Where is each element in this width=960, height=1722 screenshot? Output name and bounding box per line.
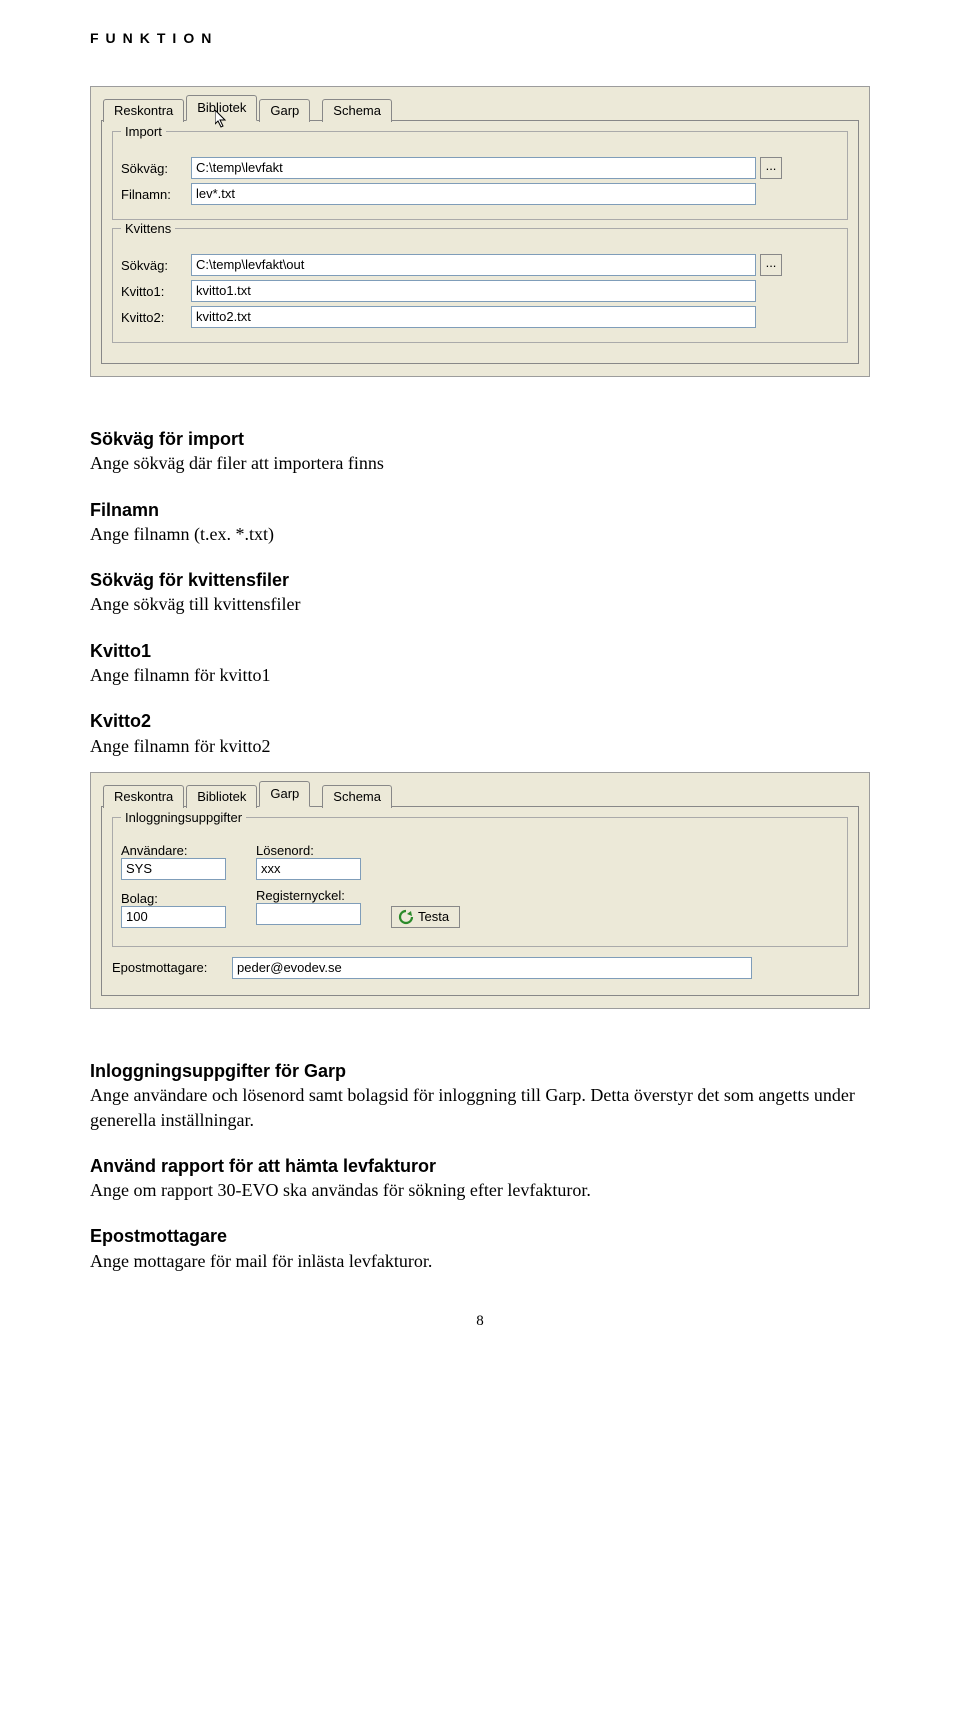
cursor-icon xyxy=(215,110,231,133)
legend-import: Import xyxy=(121,124,166,139)
section-anvand-rapport: Använd rapport för att hämta levfakturor… xyxy=(90,1154,870,1203)
label-kvittens-sokvag: Sökväg: xyxy=(121,258,191,273)
input-kvitto2[interactable]: kvitto2.txt xyxy=(191,306,756,328)
label-import-filnamn: Filnamn: xyxy=(121,187,191,202)
input-registernyckel[interactable] xyxy=(256,903,361,925)
fieldset-kvittens: Kvittens Sökväg: C:\temp\levfakt\out ...… xyxy=(112,228,848,343)
heading-sokvag-kvittens: Sökväg för kvittensfiler xyxy=(90,568,870,592)
section-kvitto1: Kvitto1 Ange filnamn för kvitto1 xyxy=(90,639,870,688)
heading-anvand-rapport: Använd rapport för att hämta levfakturor xyxy=(90,1154,870,1178)
body-inloggning-garp: Ange användare och lösenord samt bolagsi… xyxy=(90,1083,870,1132)
dialog-garp: Reskontra Bibliotek Garp Schema Inloggni… xyxy=(90,772,870,1009)
heading-kvitto1: Kvitto1 xyxy=(90,639,870,663)
browse-button[interactable]: ... xyxy=(760,157,782,179)
input-import-filnamn[interactable]: lev*.txt xyxy=(191,183,756,205)
legend-kvittens: Kvittens xyxy=(121,221,175,236)
body-sokvag-kvittens: Ange sökväg till kvittensfiler xyxy=(90,592,870,616)
fieldset-inloggning: Inloggningsuppgifter Användare: SYS Löse… xyxy=(112,817,848,947)
label-import-sokvag: Sökväg: xyxy=(121,161,191,176)
body-kvitto2: Ange filnamn för kvitto2 xyxy=(90,734,870,758)
page-number: 8 xyxy=(90,1313,870,1330)
label-bolag: Bolag: xyxy=(121,891,226,906)
section-kvitto2: Kvitto2 Ange filnamn för kvitto2 xyxy=(90,709,870,758)
dialog-bibliotek: Reskontra Bibliotek Garp Schema Import S… xyxy=(90,86,870,377)
input-kvitto1[interactable]: kvitto1.txt xyxy=(191,280,756,302)
section-epostmottagare: Epostmottagare Ange mottagare för mail f… xyxy=(90,1224,870,1273)
label-registernyckel: Registernyckel: xyxy=(256,888,361,903)
testa-button[interactable]: Testa xyxy=(391,906,460,928)
page-header: FUNKTION xyxy=(90,30,870,46)
fieldset-import: Import Sökväg: C:\temp\levfakt ... Filna… xyxy=(112,131,848,220)
legend-inloggning: Inloggningsuppgifter xyxy=(121,810,246,825)
tab-bar: Reskontra Bibliotek Garp Schema xyxy=(103,95,859,121)
section-sokvag-kvittens: Sökväg för kvittensfiler Ange sökväg til… xyxy=(90,568,870,617)
section-sokvag-import: Sökväg för import Ange sökväg där filer … xyxy=(90,427,870,476)
input-kvittens-sokvag[interactable]: C:\temp\levfakt\out xyxy=(191,254,756,276)
heading-epostmottagare: Epostmottagare xyxy=(90,1224,870,1248)
tab-reskontra-2[interactable]: Reskontra xyxy=(103,785,184,808)
body-anvand-rapport: Ange om rapport 30-EVO ska användas för … xyxy=(90,1178,870,1202)
input-losenord[interactable]: xxx xyxy=(256,858,361,880)
refresh-icon xyxy=(398,909,414,925)
section-inloggning-garp: Inloggningsuppgifter för Garp Ange använ… xyxy=(90,1059,870,1132)
body-sokvag-import: Ange sökväg där filer att importera finn… xyxy=(90,451,870,475)
tab-garp[interactable]: Garp xyxy=(259,99,310,122)
dialog-body: Import Sökväg: C:\temp\levfakt ... Filna… xyxy=(101,120,859,364)
dialog-body-2: Inloggningsuppgifter Användare: SYS Löse… xyxy=(101,806,859,996)
label-kvitto1: Kvitto1: xyxy=(121,284,191,299)
body-filnamn: Ange filnamn (t.ex. *.txt) xyxy=(90,522,870,546)
browse-button-kvittens[interactable]: ... xyxy=(760,254,782,276)
label-anvandare: Användare: xyxy=(121,843,226,858)
heading-kvitto2: Kvitto2 xyxy=(90,709,870,733)
body-epostmottagare: Ange mottagare för mail för inlästa levf… xyxy=(90,1249,870,1273)
label-kvitto2: Kvitto2: xyxy=(121,310,191,325)
label-losenord: Lösenord: xyxy=(256,843,361,858)
tab-schema[interactable]: Schema xyxy=(322,99,392,122)
input-import-sokvag[interactable]: C:\temp\levfakt xyxy=(191,157,756,179)
heading-filnamn: Filnamn xyxy=(90,498,870,522)
input-anvandare[interactable]: SYS xyxy=(121,858,226,880)
input-epost[interactable]: peder@evodev.se xyxy=(232,957,752,979)
label-epost: Epostmottagare: xyxy=(112,960,232,975)
heading-sokvag-import: Sökväg för import xyxy=(90,427,870,451)
tab-schema-2[interactable]: Schema xyxy=(322,785,392,808)
heading-inloggning-garp: Inloggningsuppgifter för Garp xyxy=(90,1059,870,1083)
tab-bibliotek[interactable]: Bibliotek xyxy=(186,95,257,121)
section-filnamn: Filnamn Ange filnamn (t.ex. *.txt) xyxy=(90,498,870,547)
tab-bibliotek-2[interactable]: Bibliotek xyxy=(186,785,257,808)
testa-label: Testa xyxy=(418,909,449,924)
tab-bar-2: Reskontra Bibliotek Garp Schema xyxy=(103,781,859,807)
tab-reskontra[interactable]: Reskontra xyxy=(103,99,184,122)
body-kvitto1: Ange filnamn för kvitto1 xyxy=(90,663,870,687)
input-bolag[interactable]: 100 xyxy=(121,906,226,928)
tab-garp-2[interactable]: Garp xyxy=(259,781,310,807)
